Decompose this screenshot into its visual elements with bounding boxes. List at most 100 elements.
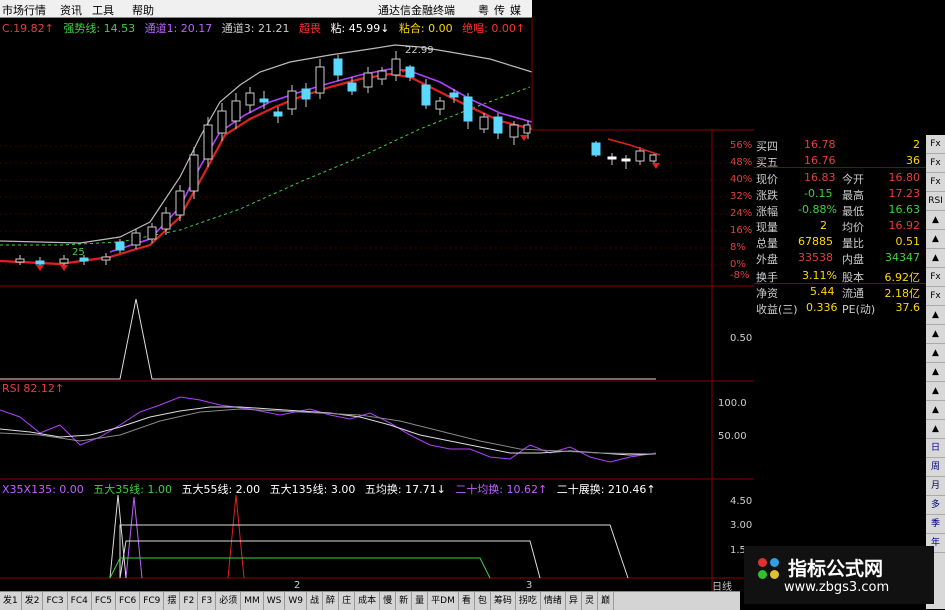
quote-value: 16.83 [804,171,836,184]
toolbar-button[interactable]: Fx [926,154,945,173]
toolbar-button[interactable]: ▲ [926,249,945,268]
quote-label: 净资 [756,287,778,300]
toolbar-button[interactable]: ▲ [926,230,945,249]
toolbar-button[interactable]: Fx [926,135,945,154]
menu-item-news[interactable]: 资讯 [60,2,82,18]
axis-tick: 40% [730,174,753,185]
indicator-tab[interactable]: FC6 [116,592,141,610]
quote-row: 涨跌 -0.15 最高 17.23 [754,186,924,202]
indicator-tab[interactable]: 摆 [164,592,181,610]
menu-item-market[interactable]: 市场行情 [2,2,46,18]
toolbar-button[interactable]: ▲ [926,401,945,420]
indicator-tab[interactable]: 庄 [339,592,356,610]
axis-tick: 16% [730,225,753,236]
period-day-button[interactable]: 日 [926,439,945,458]
axis-tick: 32% [730,191,753,202]
indicator-tab[interactable]: 巅 [598,592,614,610]
indicator-tab[interactable]: 看 [459,592,475,610]
menu-item-mei[interactable]: 媒 [510,2,521,18]
indicator-tab[interactable]: F3 [198,592,217,610]
quote-divider [754,167,926,168]
indicator-tab[interactable]: 筹码 [491,592,516,610]
quote-label: 最高 [842,189,864,202]
quote-value: 34347 [885,251,920,264]
indicator-tab[interactable]: 灵 [582,592,598,610]
period-week-button[interactable]: 周 [926,458,945,477]
low-label: 25 [72,247,85,258]
indicator-tab[interactable]: 量 [412,592,429,610]
toolbar-button[interactable]: ▲ [926,344,945,363]
sub1-axis-tick: 0.50 [730,333,753,344]
indicator-tab[interactable]: 平DM [428,592,459,610]
indicator-tab[interactable]: FC9 [140,592,165,610]
quote-label: 收益(三) [756,303,798,316]
menu-item-chuan[interactable]: 传 [494,2,505,18]
peak-price-label: 22.99 [405,45,434,56]
toolbar-button[interactable]: ▲ [926,306,945,325]
indicator-tab[interactable]: FC3 [43,592,68,610]
menu-item-yue[interactable]: 粤 [478,2,489,18]
legend-wuda35: 五大35线: 1.00 [93,483,172,496]
axis-tick: 24% [730,208,753,219]
toolbar-button[interactable]: Fx [926,287,945,306]
quote-row: 外盘 33538 内盘 34347 [754,250,924,266]
indicator-tab[interactable]: 醉 [323,592,340,610]
indicator-tab[interactable]: FC5 [92,592,117,610]
toolbar-button[interactable]: Fx [926,173,945,192]
quote-value: 37.6 [895,301,921,314]
quote-panel: 买四 16.78 2 买五 16.76 36 现价 16.83 今开 16.80… [754,131,924,300]
axis-tick: 48% [730,157,753,168]
toolbar-button[interactable]: ▲ [926,211,945,230]
quote-value: 0.336 [806,301,838,314]
period-month-button[interactable]: 月 [926,477,945,496]
toolbar-button[interactable]: ▲ [926,382,945,401]
rsi-axis-tick: 50.00 [718,431,747,442]
indicator-tab[interactable]: WS [264,592,286,610]
quote-divider [754,283,926,284]
logo-dot-icon [758,570,767,579]
quote-value: 67885 [798,235,833,248]
quote-label: 今开 [842,173,864,186]
quote-label: 均价 [842,221,864,234]
indicator-tab[interactable]: 成本 [355,592,381,610]
indicator-tab[interactable]: W9 [285,592,308,610]
toolbar-button[interactable]: ▲ [926,420,945,439]
indicator-tab[interactable]: 拐吃 [516,592,541,610]
legend-wuda135: 五大135线: 3.00 [269,483,356,496]
menu-bar: 市场行情 资讯 工具 帮助 通达信金融终端 粤 传 媒 [0,0,532,18]
quote-label: 内盘 [842,253,864,266]
quote-label: 现价 [756,173,778,186]
indicator-tab[interactable]: 发1 [0,592,22,610]
sub3-legend: X35X135: 0.00 五大35线: 1.00 五大55线: 2.00 五大… [2,481,662,497]
quote-value: 16.76 [804,154,836,167]
price-chart[interactable] [0,17,754,591]
indicator-tab[interactable]: 包 [475,592,491,610]
indicator-tab[interactable]: 慢 [380,592,397,610]
indicator-tab[interactable]: 情绪 [541,592,566,610]
quote-row: 现量 2 均价 16.92 [754,218,924,234]
legend-x35x135: X35X135: 0.00 [2,483,84,496]
indicator-tab[interactable]: 异 [566,592,582,610]
indicator-tab[interactable]: FC4 [68,592,92,610]
toolbar-button[interactable]: Fx [926,268,945,287]
period-multi-button[interactable]: 多 [926,496,945,515]
channel3-line [0,44,533,244]
menu-item-help[interactable]: 帮助 [132,2,154,18]
indicator-tab[interactable]: 发2 [22,592,44,610]
toolbar-button[interactable]: ▲ [926,363,945,382]
line-35-green [109,557,491,579]
toolbar-button[interactable]: ▲ [926,325,945,344]
period-quarter-button[interactable]: 季 [926,515,945,534]
axis-tick: 56% [730,140,753,151]
indicator-tab[interactable]: 新 [396,592,413,610]
toolbar-button[interactable]: RSI [926,192,945,211]
menu-item-tools[interactable]: 工具 [92,2,114,18]
indicator-tab[interactable]: 必须 [216,592,242,610]
quote-label: 现量 [756,221,778,234]
indicator-tab[interactable]: MM [241,592,264,610]
x35-white-spike [109,494,127,579]
indicator-tab[interactable]: F2 [180,592,199,610]
indicator-tab[interactable]: 战 [307,592,324,610]
quote-row: 总量 67885 量比 0.51 [754,234,924,250]
quote-label: 涨幅 [756,205,778,218]
